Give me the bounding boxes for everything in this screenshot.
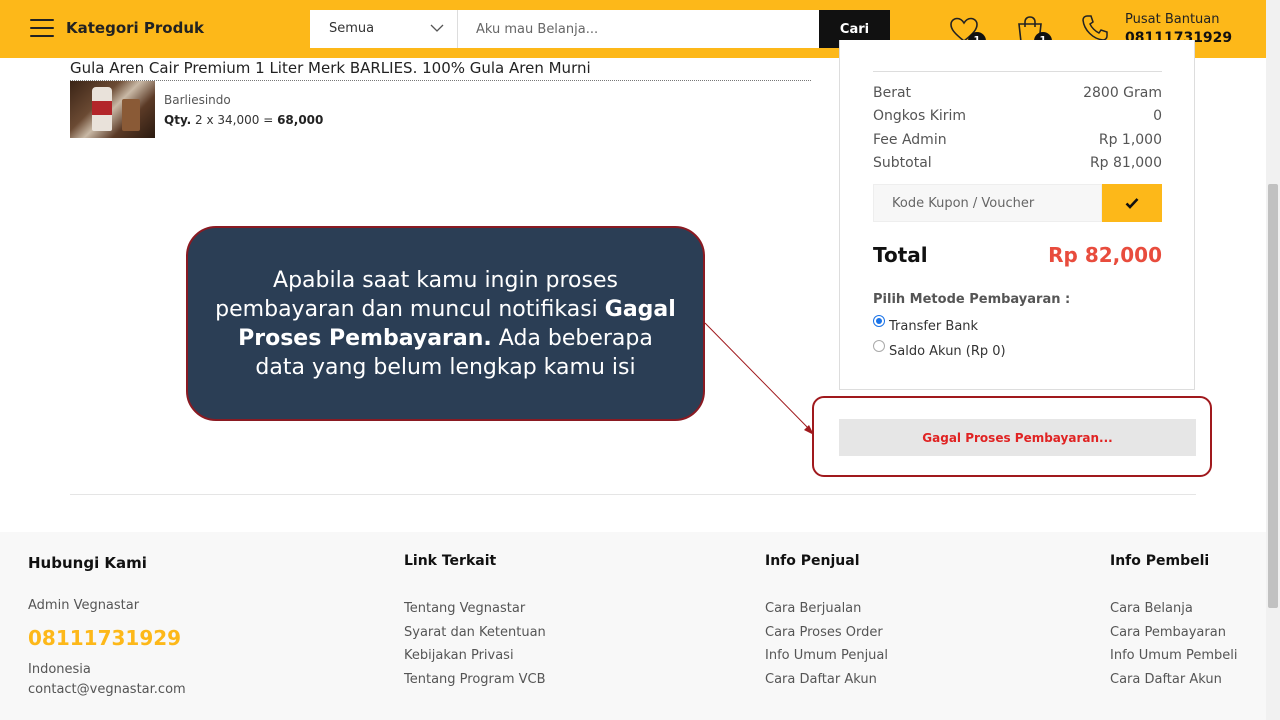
- footer-link-payment[interactable]: Cara Pembayaran: [1110, 625, 1226, 640]
- footer-link-buyer-info[interactable]: Info Umum Pembeli: [1110, 648, 1237, 663]
- footer-link-vcb[interactable]: Tentang Program VCB: [404, 672, 546, 687]
- footer-link-terms[interactable]: Syarat dan Ketentuan: [404, 625, 546, 640]
- footer-link-seller-info[interactable]: Info Umum Penjual: [765, 648, 888, 663]
- callout-text-before: Apabila saat kamu ingin proses pembayara…: [215, 268, 618, 322]
- footer-email[interactable]: contact@vegnastar.com: [28, 682, 186, 697]
- content-divider: [70, 494, 1196, 495]
- footer-country: Indonesia: [28, 662, 91, 677]
- instruction-callout: Apabila saat kamu ingin proses pembayara…: [186, 226, 705, 421]
- footer-phone[interactable]: 08111731929: [28, 626, 181, 650]
- footer-link-shop[interactable]: Cara Belanja: [1110, 601, 1193, 616]
- footer-admin-name: Admin Vegnastar: [28, 598, 140, 613]
- footer-links-heading: Link Terkait: [404, 553, 497, 569]
- footer-buyer-heading: Info Pembeli: [1110, 553, 1210, 569]
- footer-contact-heading: Hubungi Kami: [28, 554, 147, 572]
- footer-link-process-order[interactable]: Cara Proses Order: [765, 625, 883, 640]
- footer-link-buyer-register[interactable]: Cara Daftar Akun: [1110, 672, 1222, 687]
- footer-seller-heading: Info Penjual: [765, 553, 860, 569]
- footer-link-sell[interactable]: Cara Berjualan: [765, 601, 861, 616]
- footer-link-about[interactable]: Tentang Vegnastar: [404, 601, 525, 616]
- footer: Hubungi Kami Admin Vegnastar 08111731929…: [0, 532, 1266, 720]
- footer-link-privacy[interactable]: Kebijakan Privasi: [404, 648, 514, 663]
- footer-link-seller-register[interactable]: Cara Daftar Akun: [765, 672, 877, 687]
